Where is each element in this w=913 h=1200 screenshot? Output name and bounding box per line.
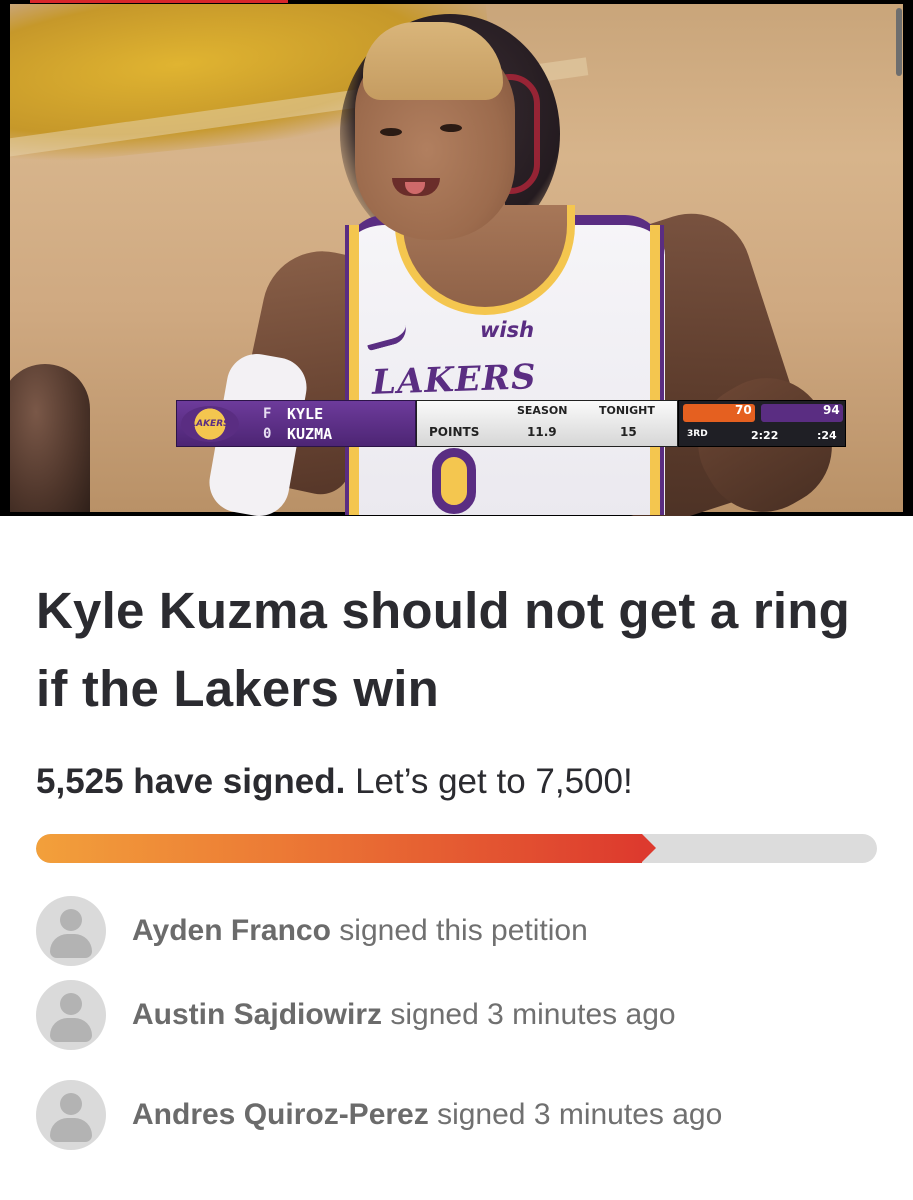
player-position: F 0	[263, 406, 272, 442]
scoreboard-player-panel: LAKERS F 0 KYLE KUZMA	[176, 400, 416, 447]
avatar-body	[50, 934, 92, 958]
signer-name[interactable]: Austin Sajdiowirz	[132, 998, 382, 1031]
signature-count: 5,525 have signed.	[36, 762, 346, 801]
default-user-icon	[36, 896, 106, 966]
signer-action: signed this petition	[339, 914, 588, 947]
progress-arrow	[642, 834, 656, 862]
avatar-head	[60, 1093, 82, 1115]
petition-media[interactable]: wish LAKERS LAKERS F 0 KYLE KUZMA POINTS…	[0, 0, 913, 516]
lakers-logo: LAKERS	[181, 406, 239, 442]
player-eye-right	[440, 124, 462, 132]
signature-progress-text: 5,525 have signed. Let’s get to 7,500!	[36, 760, 876, 804]
signer-text: Andres Quiroz-Perez signed 3 minutes ago	[132, 1096, 722, 1134]
home-score: 94	[823, 403, 840, 417]
signer-text: Ayden Franco signed this petition	[132, 912, 588, 950]
avatar-head	[60, 909, 82, 931]
petition-title: Kyle Kuzma should not get a ring if the …	[36, 582, 850, 717]
jersey-trim-right	[650, 225, 664, 515]
signature-goal: Let’s get to 7,500!	[355, 762, 633, 801]
player-first-name: KYLE	[287, 405, 324, 423]
player-last-name: KUZMA	[287, 425, 333, 443]
away-score: 70	[735, 403, 752, 417]
progress-fill	[36, 834, 642, 863]
signer-action: signed 3 minutes ago	[437, 1098, 723, 1131]
background-person	[10, 364, 90, 512]
shot-clock: :24	[817, 429, 837, 442]
player-eye-left	[380, 128, 402, 136]
recent-signer: Andres Quiroz-Perez signed 3 minutes ago	[36, 1080, 896, 1152]
season-label: SEASON	[517, 404, 568, 417]
scrollbar-thumb[interactable]	[896, 8, 902, 76]
tonight-value: 15	[620, 425, 637, 439]
jersey-sponsor: wish	[480, 318, 535, 342]
signer-name[interactable]: Andres Quiroz-Perez	[132, 1098, 429, 1131]
player-name: KYLE KUZMA	[287, 404, 332, 444]
signer-name[interactable]: Ayden Franco	[132, 914, 331, 947]
scoreboard-stats-panel: POINTS SEASON 11.9 TONIGHT 15	[416, 400, 678, 447]
jersey-trim-left	[345, 225, 359, 515]
jersey-wordmark: LAKERS	[371, 357, 538, 403]
game-clock: 2:22	[751, 429, 779, 442]
signature-progress-bar	[36, 834, 877, 863]
recent-signer: Ayden Franco signed this petition	[36, 896, 896, 968]
tv-scoreboard: LAKERS F 0 KYLE KUZMA POINTS SEASON 11.9…	[176, 400, 846, 447]
default-user-icon	[36, 1080, 106, 1150]
avatar-body	[50, 1018, 92, 1042]
scoreboard-game-panel: 70 94 3RD 2:22 :24	[678, 400, 846, 447]
avatar-body	[50, 1118, 92, 1142]
season-value: 11.9	[527, 425, 557, 439]
recent-signer: Austin Sajdiowirz signed 3 minutes ago	[36, 980, 896, 1052]
avatar-head	[60, 993, 82, 1015]
quarter: 3RD	[687, 429, 708, 439]
stat-label: POINTS	[429, 425, 480, 439]
jersey-number	[432, 448, 476, 514]
default-user-icon	[36, 980, 106, 1050]
signer-action: signed 3 minutes ago	[390, 998, 676, 1031]
signer-text: Austin Sajdiowirz signed 3 minutes ago	[132, 996, 676, 1034]
top-accent-bar	[30, 0, 288, 3]
tonight-label: TONIGHT	[599, 404, 655, 417]
